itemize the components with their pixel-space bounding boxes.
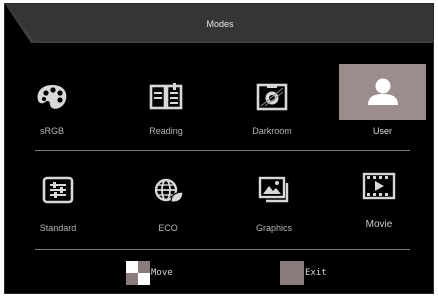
mode-label: Movie: [365, 219, 393, 230]
mode-standard[interactable]: Standard: [15, 159, 101, 233]
header-bar: Modes: [5, 4, 433, 46]
mode-srgb[interactable]: sRGB: [9, 66, 95, 136]
exit-label: Exit: [305, 268, 327, 278]
exit-key-icon: [280, 261, 304, 285]
mode-label: Graphics: [255, 223, 292, 233]
move-key-icon: [126, 261, 150, 285]
row-divider: [35, 150, 410, 151]
mode-label: Standard: [39, 223, 77, 233]
darkroom-icon: [252, 80, 292, 114]
move-key[interactable]: Move: [126, 261, 173, 285]
footer-divider: [35, 249, 410, 250]
mode-label: ECO: [158, 223, 178, 233]
mode-eco[interactable]: ECO: [125, 159, 211, 233]
book-icon: [146, 80, 186, 114]
mode-darkroom[interactable]: Darkroom: [229, 66, 315, 136]
mode-reading[interactable]: Reading: [123, 66, 209, 136]
mode-label: sRGB: [39, 126, 64, 136]
exit-key[interactable]: Exit: [280, 261, 327, 285]
mode-label: Reading: [149, 126, 183, 136]
mode-label: User: [372, 126, 392, 136]
eco-globe-icon: [148, 173, 188, 207]
mode-graphics[interactable]: Graphics: [231, 159, 317, 233]
user-icon: [363, 74, 403, 108]
mode-user[interactable]: User: [339, 64, 426, 136]
mode-movie[interactable]: Movie: [336, 155, 422, 230]
modes-osd-menu: Modes sRGB Reading Darkroom User Standar…: [4, 3, 434, 294]
sliders-icon: [38, 173, 78, 207]
move-label: Move: [151, 268, 173, 278]
palette-icon: [32, 80, 72, 114]
film-icon: [359, 169, 399, 203]
mode-label: Darkroom: [252, 126, 292, 136]
photos-icon: [254, 173, 294, 207]
page-title: Modes: [206, 19, 234, 29]
